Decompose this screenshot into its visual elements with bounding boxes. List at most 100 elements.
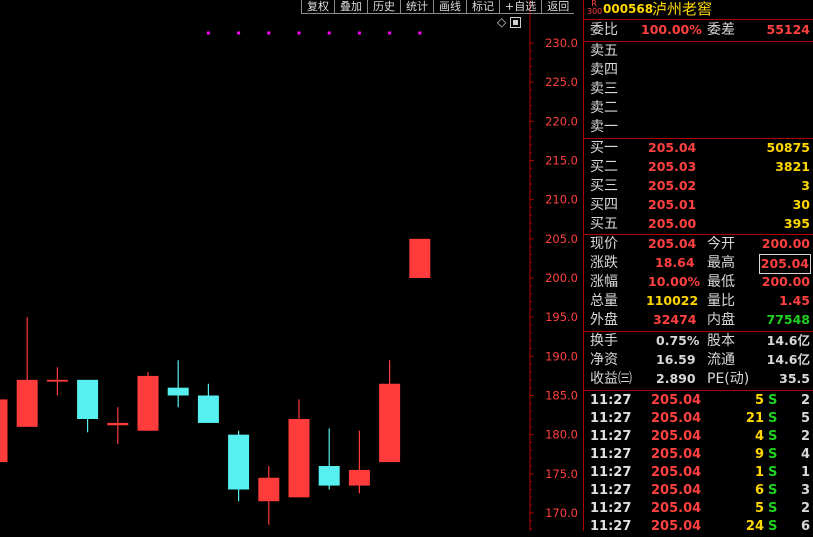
candle-body[interactable] — [409, 238, 431, 278]
toolbar-stats-button[interactable]: 统计 — [400, 0, 433, 14]
eps-label: 收益㈢ — [590, 371, 632, 387]
buy-row[interactable]: 买二 205.03 3821 — [584, 158, 813, 177]
y-tick-label: 230.0 — [545, 36, 578, 50]
buy-row[interactable]: 买一 205.04 50875 — [584, 139, 813, 158]
toolbar-fuquan-button[interactable]: 复权 — [301, 0, 334, 14]
tick-row[interactable]: 11:27 205.04 9 S 4 — [584, 446, 813, 465]
candle-body[interactable] — [167, 387, 189, 396]
stock-header: R 300 000568 泸州老窖 — [584, 0, 813, 20]
tick-time: 11:27 — [590, 519, 632, 534]
tick-row[interactable]: 11:27 205.04 4 S 2 — [584, 428, 813, 447]
tick-count: 3 — [800, 483, 810, 498]
tick-count: 4 — [800, 447, 810, 462]
y-tick-label: 190.0 — [545, 349, 578, 363]
float-label: 流通 — [707, 352, 735, 368]
tick-count: 2 — [800, 429, 810, 444]
tick-row[interactable]: 11:27 205.04 21 S 5 — [584, 410, 813, 429]
square-icon[interactable] — [510, 16, 522, 28]
candle-body[interactable] — [379, 383, 401, 463]
tick-row[interactable]: 11:27 205.04 24 S 6 — [584, 518, 813, 537]
buy-label: 买三 — [590, 178, 618, 194]
sell-row[interactable]: 卖三 — [584, 80, 813, 99]
tick-price: 205.04 — [651, 393, 702, 408]
buy-row[interactable]: 买五 205.00 395 — [584, 215, 813, 234]
nav-value: 16.59 — [656, 352, 696, 367]
toolbar-history-button[interactable]: 历史 — [367, 0, 400, 14]
candle-body[interactable] — [16, 379, 38, 427]
y-tick-label: 215.0 — [545, 154, 578, 168]
candlestick-chart[interactable]: 230.0 225.0 220.0 215.0 210.0 205.0 200.0 195.0… — [0, 0, 582, 531]
sell-label: 卖一 — [590, 119, 618, 135]
sell-row[interactable]: 卖五 — [584, 42, 813, 61]
candle-body[interactable] — [0, 399, 8, 463]
signal-marker — [237, 31, 241, 35]
candle-body[interactable] — [46, 379, 68, 382]
candle-body[interactable] — [348, 469, 370, 486]
tick-count: 6 — [800, 519, 810, 534]
buy-row[interactable]: 买三 205.02 3 — [584, 177, 813, 196]
toolbar-add-watchlist-button[interactable]: +自选 — [499, 0, 542, 14]
sell-row[interactable]: 卖四 — [584, 61, 813, 80]
volume-ratio-label: 量比 — [707, 293, 735, 309]
stock-name[interactable]: 泸州老窖 — [652, 0, 712, 18]
diamond-icon[interactable]: ◇ — [497, 16, 506, 28]
float-value: 14.6亿 — [766, 352, 810, 367]
toolbar-overlay-button[interactable]: 叠加 — [334, 0, 367, 14]
signal-marker — [267, 31, 271, 35]
tick-price: 205.04 — [651, 411, 702, 426]
tick-side: S — [768, 519, 778, 534]
candle-body[interactable] — [318, 466, 340, 486]
toolbar-mark-button[interactable]: 标记 — [466, 0, 499, 14]
inner-label: 内盘 — [707, 312, 735, 328]
tick-side: S — [768, 393, 778, 408]
stock-code[interactable]: 000568 — [603, 0, 653, 18]
tick-side: S — [768, 447, 778, 462]
y-tick-label: 200.0 — [545, 271, 578, 285]
candle-body[interactable] — [137, 375, 159, 431]
candle-body[interactable] — [197, 395, 219, 423]
tick-volume: 4 — [754, 429, 764, 444]
quote-row: 涨幅 10.00% 最低 200.00 — [584, 273, 813, 292]
quote-row: 现价 205.04 今开 200.00 — [584, 235, 813, 254]
tick-time: 11:27 — [590, 393, 632, 408]
sell-row[interactable]: 卖一 — [584, 118, 813, 137]
tick-row[interactable]: 11:27 205.04 1 S 1 — [584, 464, 813, 483]
tick-time: 11:27 — [590, 465, 632, 480]
sell-row[interactable]: 卖二 — [584, 99, 813, 118]
tick-price: 205.04 — [651, 465, 702, 480]
candle-body[interactable] — [288, 419, 310, 498]
candle-body[interactable] — [77, 379, 99, 419]
toolbar-draw-line-button[interactable]: 画线 — [433, 0, 466, 14]
capital-label: 股本 — [707, 333, 735, 349]
candle-body[interactable] — [258, 477, 280, 502]
candle-body[interactable] — [107, 422, 129, 426]
candle-body[interactable] — [228, 434, 250, 490]
volume-label: 总量 — [590, 293, 618, 309]
y-tick-label: 170.0 — [545, 506, 578, 520]
tick-row[interactable]: 11:27 205.04 6 S 3 — [584, 482, 813, 501]
tick-row[interactable]: 11:27 205.04 5 S 2 — [584, 392, 813, 411]
buy-volume: 50875 — [766, 140, 811, 155]
fund-row: 收益㈢ 2.890 PE(动) 35.5 — [584, 370, 813, 389]
y-tick-label: 195.0 — [545, 310, 578, 324]
capital-value: 14.6亿 — [766, 333, 810, 348]
signal-marker — [357, 31, 361, 35]
eps-value: 2.890 — [656, 371, 696, 386]
buy-label: 买一 — [590, 140, 618, 156]
tick-row[interactable]: 11:27 205.04 5 S 2 — [584, 500, 813, 519]
toolbar-back-button[interactable]: 返回 — [541, 0, 575, 14]
tick-volume: 5 — [754, 501, 764, 516]
tick-time: 11:27 — [590, 501, 632, 516]
weibi-value: 100.00% — [641, 22, 702, 37]
buy-price: 205.02 — [648, 178, 697, 193]
tick-volume: 24 — [745, 519, 764, 534]
buy-row[interactable]: 买四 205.01 30 — [584, 196, 813, 215]
tick-side: S — [768, 411, 778, 426]
tick-volume: 5 — [754, 393, 764, 408]
signal-marker — [297, 31, 301, 35]
tick-price: 205.04 — [651, 483, 702, 498]
outer-value: 32474 — [653, 312, 697, 327]
tick-time: 11:27 — [590, 411, 632, 426]
tick-volume: 6 — [754, 483, 764, 498]
tick-side: S — [768, 465, 778, 480]
